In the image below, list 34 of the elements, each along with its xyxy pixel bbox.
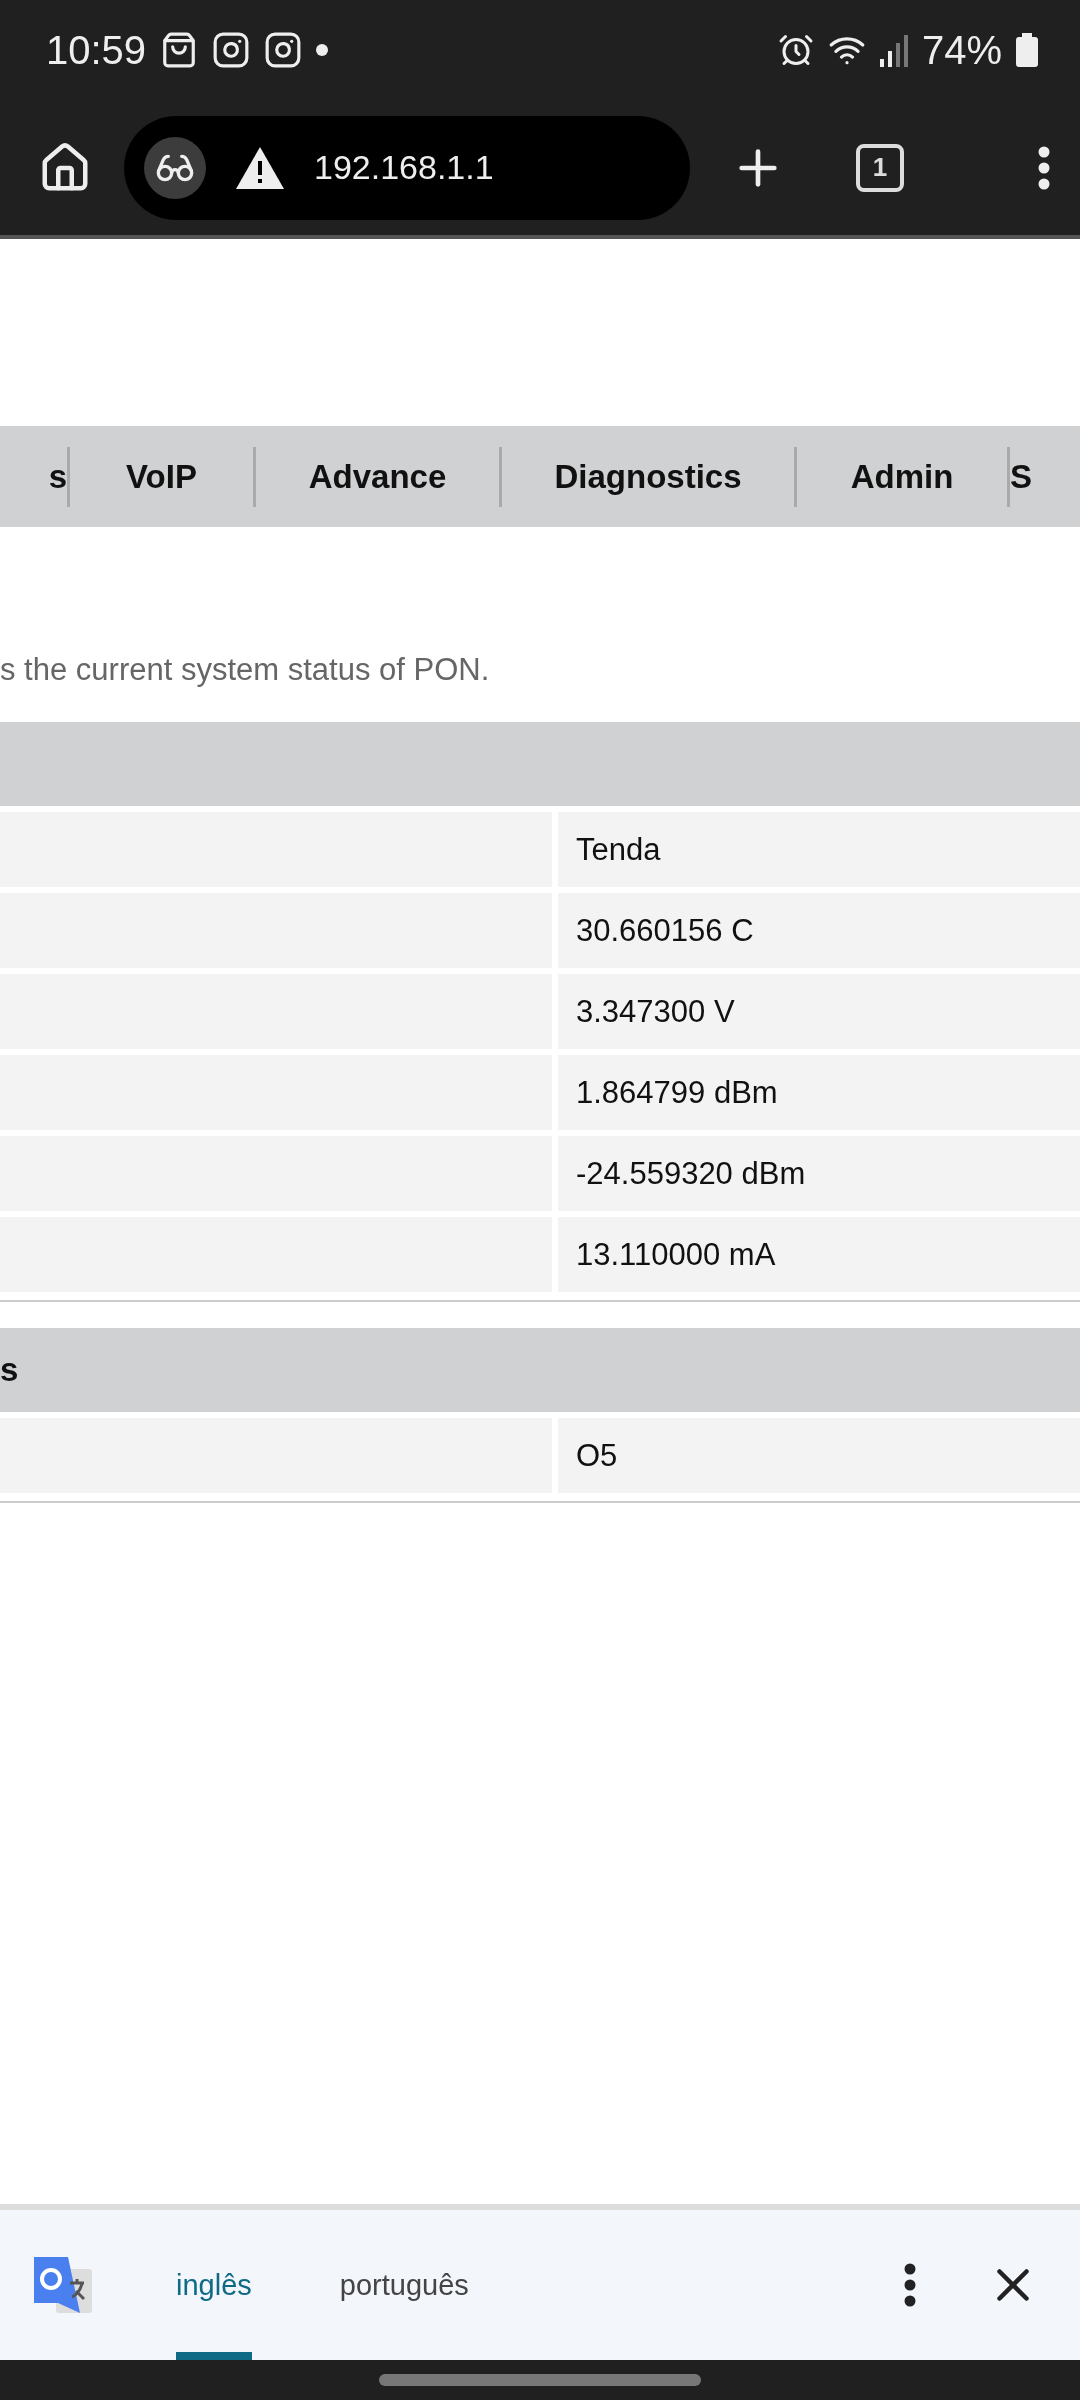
warning-icon (236, 146, 284, 189)
url-text: 192.168.1.1 (314, 148, 494, 187)
battery-percent: 74% (921, 27, 1002, 73)
menu-icon (1038, 145, 1050, 190)
translate-icon (34, 2255, 94, 2315)
nav-tab[interactable]: S (1010, 446, 1080, 507)
nav-tab[interactable]: Admin (797, 446, 1010, 507)
more-icon (904, 2263, 916, 2307)
battery-icon (1016, 33, 1038, 67)
value-cell: O5 (558, 1418, 1080, 1493)
address-bar[interactable]: 192.168.1.1 (124, 115, 690, 220)
value-cell: Tenda (558, 812, 1080, 887)
more-options-button[interactable] (904, 2263, 916, 2307)
nav-tab[interactable]: VoIP (70, 446, 256, 507)
language-tab[interactable]: português (339, 2210, 469, 2360)
signal-icon (879, 33, 908, 67)
value-cell: 3.347300 V (558, 974, 1080, 1049)
menu-button[interactable] (1038, 145, 1050, 190)
description-text: s the current system status of PON. (0, 652, 491, 688)
section-header: s (0, 1328, 1080, 1412)
nav-tab[interactable]: Diagnostics (502, 446, 797, 507)
gesture-handle[interactable] (379, 2374, 701, 2386)
status-time: 10:59 (46, 27, 147, 73)
nav-tab[interactable]: s (0, 446, 70, 507)
value-cell: 1.864799 dBm (558, 1055, 1080, 1130)
value-cell: -24.559320 dBm (558, 1136, 1080, 1211)
tab-count-button[interactable]: 1 (856, 143, 904, 192)
value-cell: 30.660156 C (558, 893, 1080, 968)
value-cell: 13.110000 mA (558, 1217, 1080, 1292)
alarm-icon (777, 32, 814, 68)
nav-tab[interactable]: Advance (256, 446, 502, 507)
camera-icon (212, 31, 251, 69)
dot-icon (316, 44, 329, 56)
camera-icon (264, 31, 303, 69)
